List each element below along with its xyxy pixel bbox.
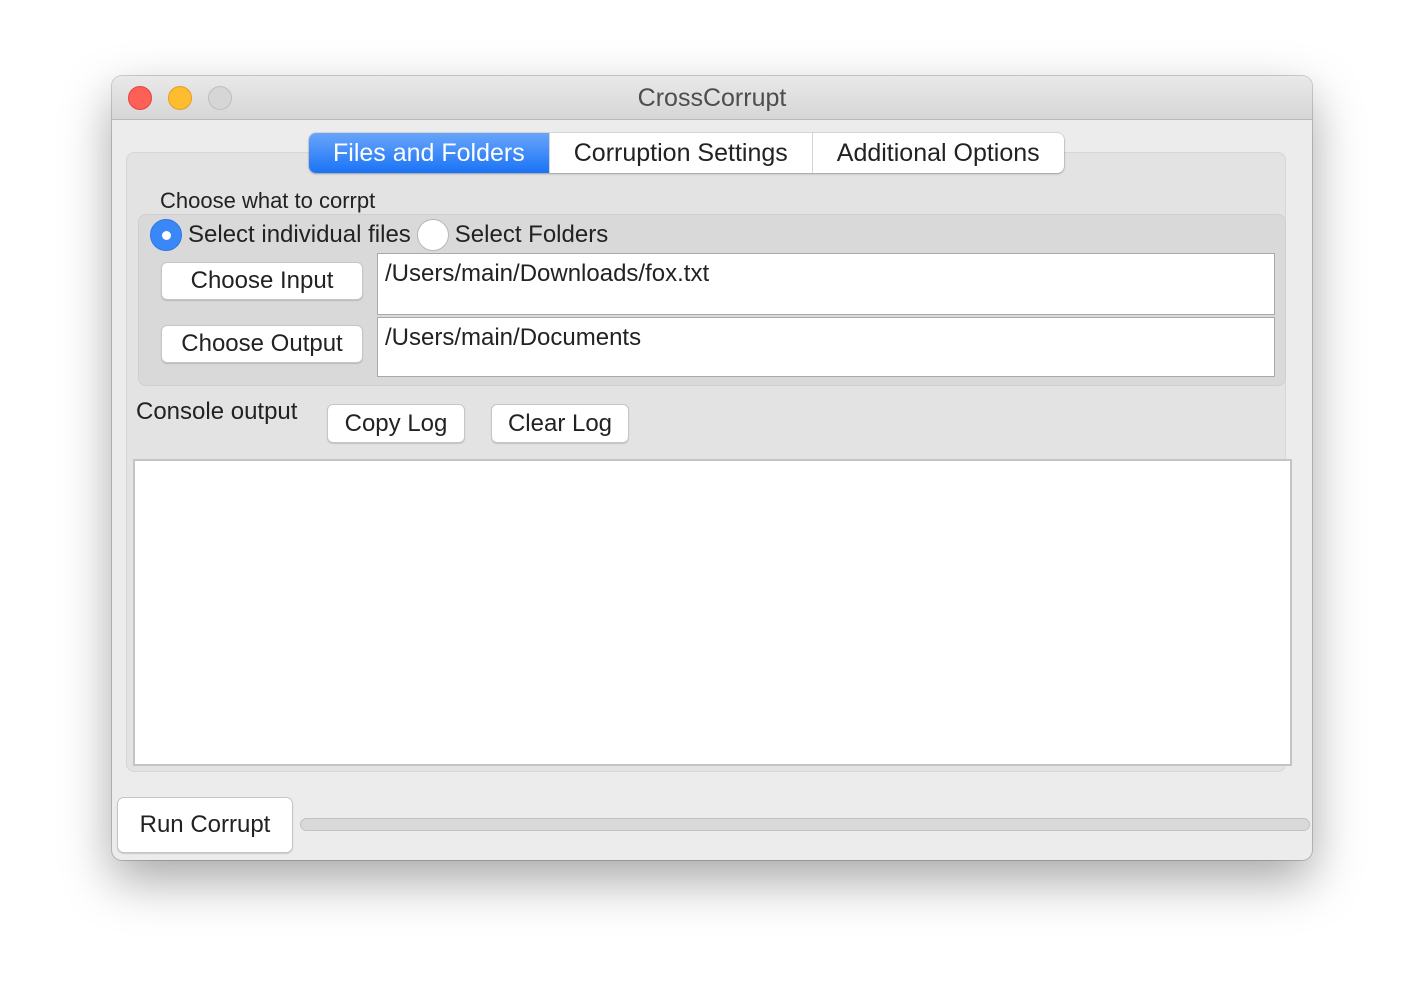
- copy-log-button[interactable]: Copy Log: [327, 404, 465, 443]
- tab-bar: Files and Folders Corruption Settings Ad…: [309, 133, 1064, 173]
- radio-select-folders-label[interactable]: Select Folders: [455, 221, 608, 249]
- console-output-area[interactable]: [133, 459, 1292, 766]
- clear-log-button[interactable]: Clear Log: [491, 404, 629, 443]
- tab-additional-options[interactable]: Additional Options: [813, 133, 1064, 173]
- radio-individual-files[interactable]: [150, 219, 182, 251]
- run-corrupt-button[interactable]: Run Corrupt: [117, 797, 293, 853]
- app-window: CrossCorrupt Files and Folders Corruptio…: [112, 76, 1312, 860]
- output-path-field[interactable]: /Users/main/Documents: [377, 317, 1275, 377]
- tab-files-and-folders[interactable]: Files and Folders: [309, 133, 550, 173]
- section-label: Choose what to corrpt: [160, 188, 376, 213]
- choose-input-button[interactable]: Choose Input: [161, 262, 363, 300]
- mode-radio-group: Select individual files Select Folders: [150, 219, 608, 251]
- radio-individual-files-label[interactable]: Select individual files: [188, 221, 411, 249]
- console-output-label: Console output: [136, 398, 298, 425]
- radio-select-folders[interactable]: [416, 219, 449, 251]
- choose-output-button[interactable]: Choose Output: [161, 325, 363, 363]
- window-title: CrossCorrupt: [637, 84, 787, 112]
- input-path-field[interactable]: /Users/main/Downloads/fox.txt: [377, 253, 1275, 315]
- tab-corruption-settings[interactable]: Corruption Settings: [550, 133, 813, 173]
- title-bar[interactable]: CrossCorrupt: [112, 76, 1312, 120]
- progress-bar: [300, 818, 1310, 831]
